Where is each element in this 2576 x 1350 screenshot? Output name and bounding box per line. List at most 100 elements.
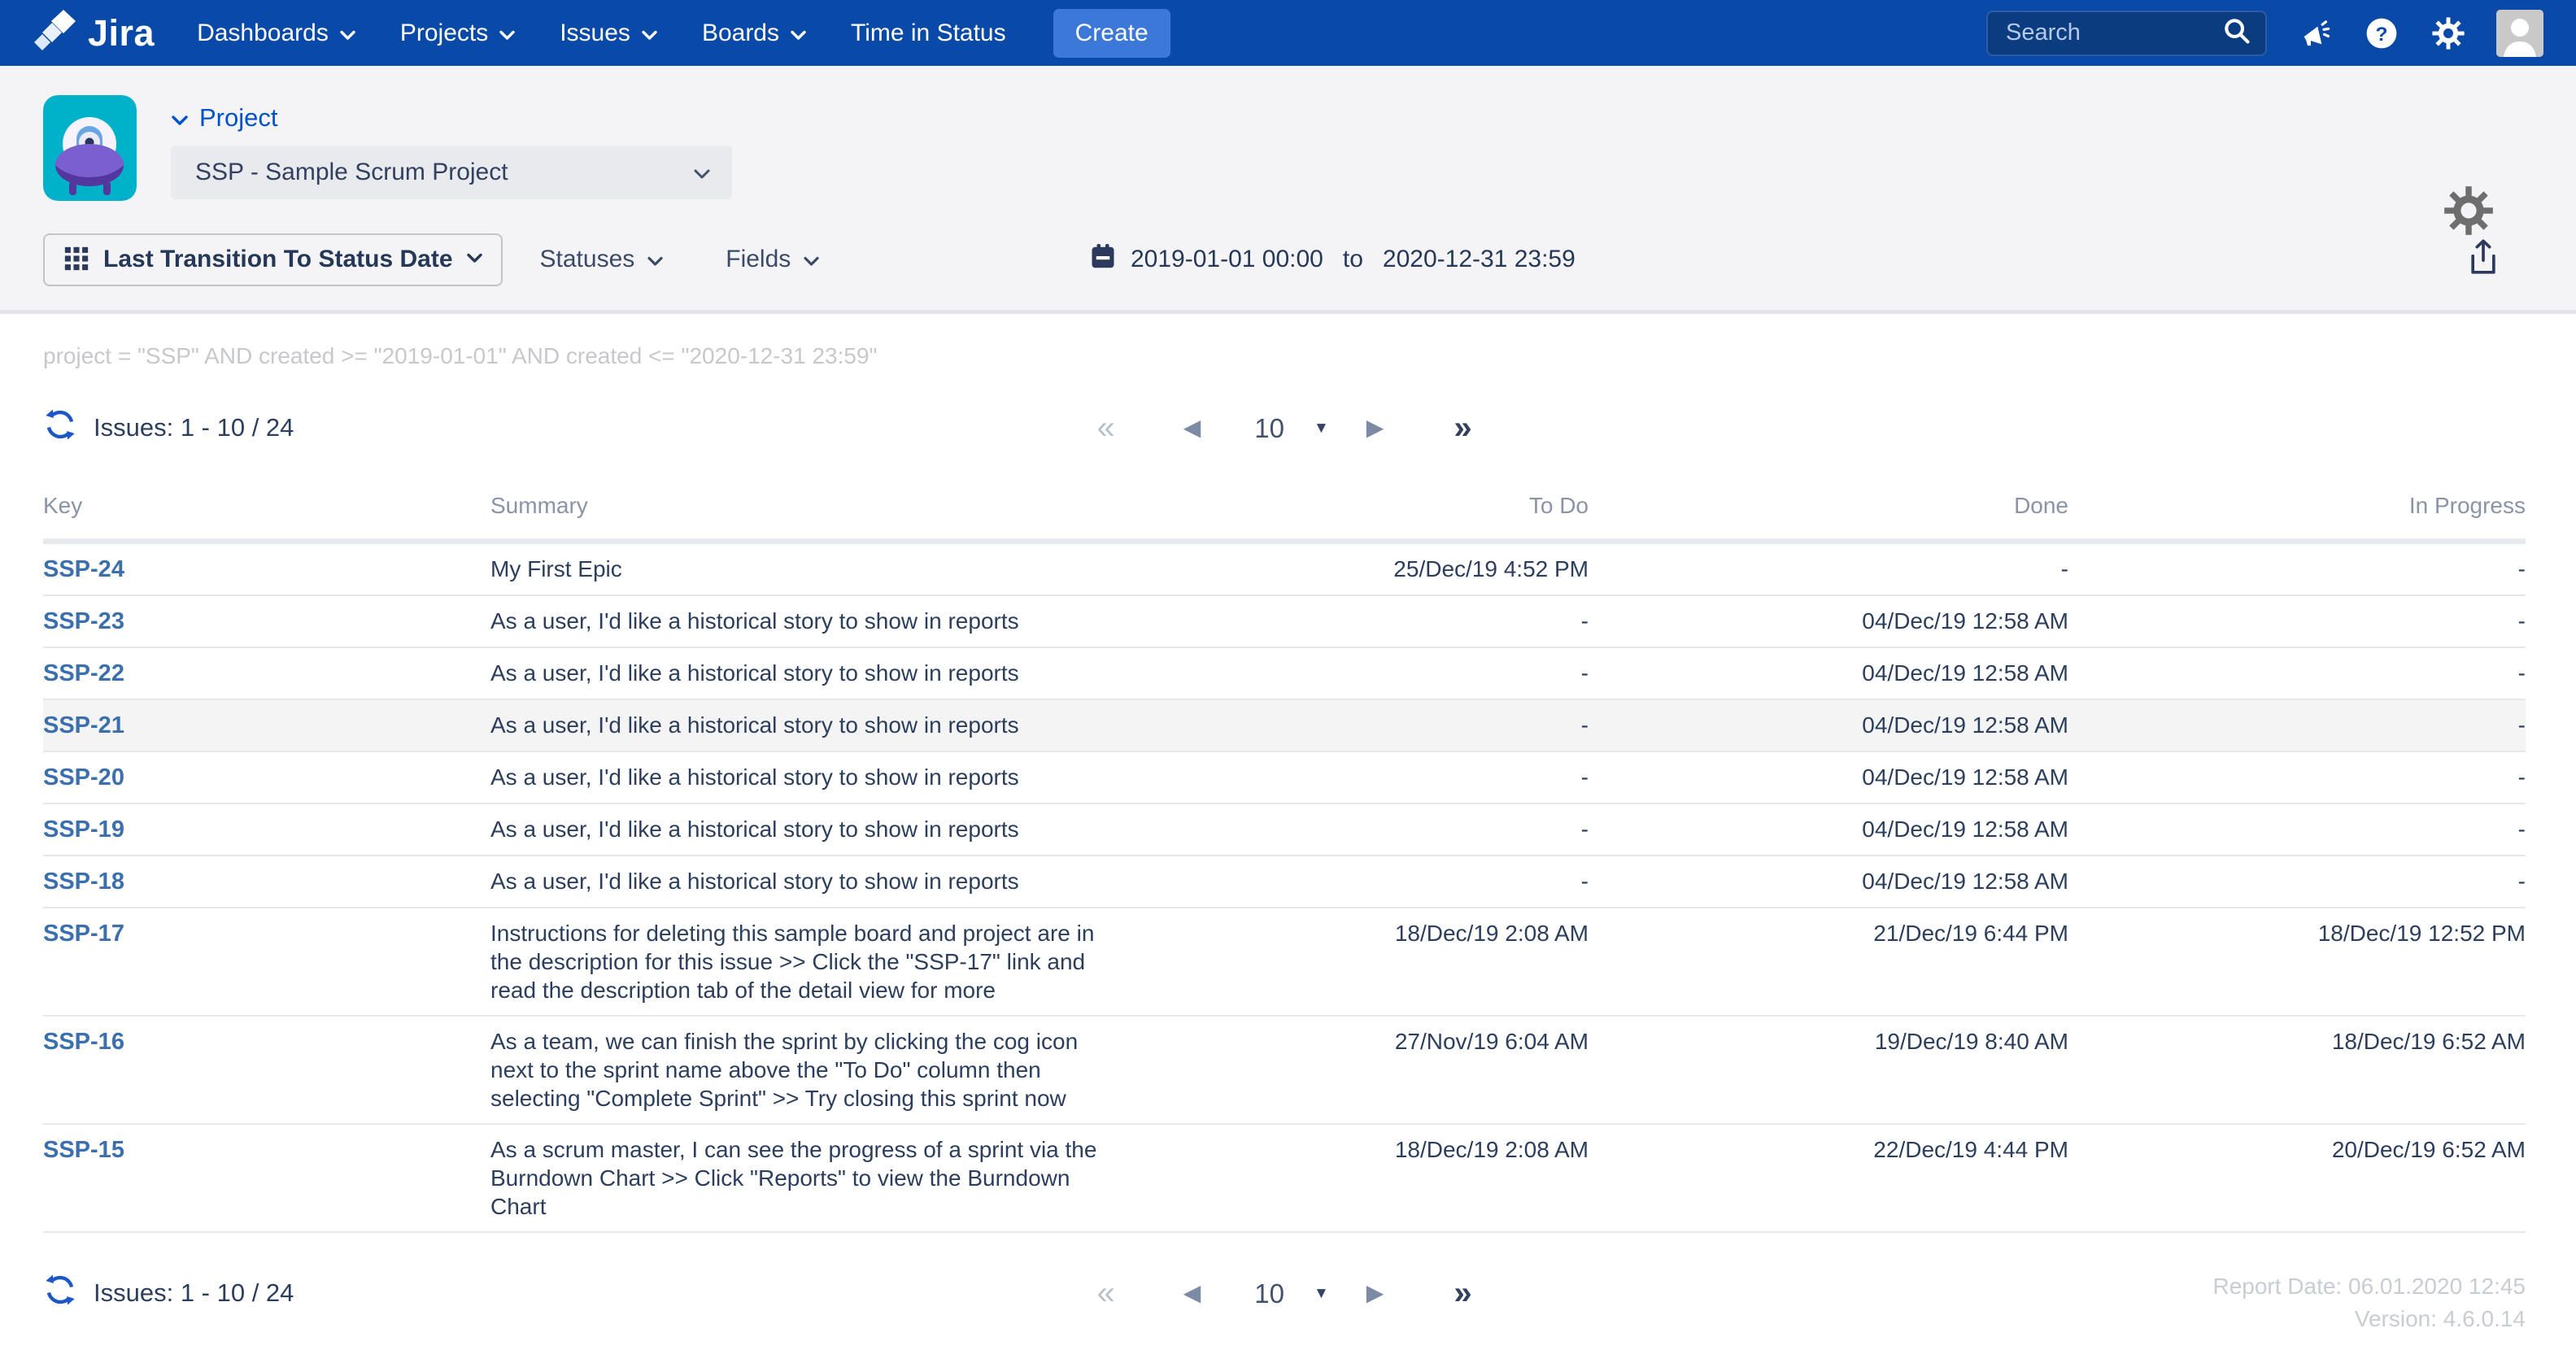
nav-item-issues[interactable]: Issues xyxy=(560,20,658,47)
page-size-value[interactable]: 10 xyxy=(1254,415,1284,442)
key-cell: SSP-15 xyxy=(43,1124,490,1232)
project-meta: Project SSP - Sample Scrum Project xyxy=(171,95,732,201)
report-type-button[interactable]: Last Transition To Status Date xyxy=(43,233,503,286)
issue-key-link[interactable]: SSP-15 xyxy=(43,1137,124,1163)
in-progress-cell: 18/Dec/19 12:52 PM xyxy=(2068,908,2526,1016)
in-progress-cell: - xyxy=(2068,647,2526,699)
key-cell: SSP-23 xyxy=(43,595,490,647)
search-input[interactable] xyxy=(2004,19,2213,47)
prev-page-button[interactable]: ◀ xyxy=(1183,416,1201,439)
issue-key-link[interactable]: SSP-21 xyxy=(43,712,124,738)
report-meta: Report Date: 06.01.2020 12:45 Version: 4… xyxy=(2212,1270,2526,1335)
nav-item-label: Issues xyxy=(560,20,630,47)
calendar-icon xyxy=(1088,242,1118,277)
nav-item-dashboards[interactable]: Dashboards xyxy=(197,20,356,47)
table-row: SSP-18 As a user, I'd like a historical s… xyxy=(43,856,2526,908)
page-size-caret-icon[interactable]: ▼ xyxy=(1314,420,1329,436)
todo-cell: 27/Nov/19 6:04 AM xyxy=(1125,1016,1589,1124)
chevron-down-icon xyxy=(790,20,807,47)
page-size-value[interactable]: 10 xyxy=(1254,1280,1284,1307)
date-range-picker[interactable]: 2019-01-01 00:00 to 2020-12-31 23:59 xyxy=(1088,242,1576,277)
first-page-button[interactable]: « xyxy=(1096,412,1114,444)
summary-cell: As a user, I'd like a historical story t… xyxy=(490,647,1125,699)
refresh-icon[interactable] xyxy=(43,407,77,448)
date-to: 2020-12-31 23:59 xyxy=(1383,246,1576,273)
nav-item-projects[interactable]: Projects xyxy=(400,20,516,47)
statuses-dropdown[interactable]: Statuses xyxy=(540,246,665,273)
fields-dropdown[interactable]: Fields xyxy=(726,246,820,273)
report-type-label: Last Transition To Status Date xyxy=(103,246,453,273)
jira-logo[interactable]: Jira xyxy=(33,8,155,58)
done-cell: 04/Dec/19 12:58 AM xyxy=(1589,595,2068,647)
nav-item-time-in-status[interactable]: Time in Status xyxy=(851,20,1006,47)
announcement-icon[interactable] xyxy=(2296,15,2334,52)
summary-cell: As a user, I'd like a historical story t… xyxy=(490,595,1125,647)
project-collapse-toggle[interactable]: Project xyxy=(171,103,732,133)
table-row: SSP-24My First Epic25/Dec/19 4:52 PM-- xyxy=(43,542,2526,596)
issue-key-link[interactable]: SSP-17 xyxy=(43,921,124,947)
in-progress-cell: - xyxy=(2068,803,2526,856)
key-cell: SSP-20 xyxy=(43,751,490,803)
chevron-down-icon xyxy=(466,253,483,266)
chevron-down-icon xyxy=(499,20,516,47)
todo-cell: 18/Dec/19 2:08 AM xyxy=(1125,1124,1589,1232)
summary-cell: As a user, I'd like a historical story t… xyxy=(490,856,1125,908)
report-date: Report Date: 06.01.2020 12:45 xyxy=(2212,1270,2526,1303)
prev-page-button[interactable]: ◀ xyxy=(1183,1282,1201,1304)
help-icon[interactable]: ? xyxy=(2363,15,2400,52)
project-select-value: SSP - Sample Scrum Project xyxy=(195,159,508,186)
first-page-button[interactable]: « xyxy=(1096,1277,1114,1309)
issue-key-link[interactable]: SSP-19 xyxy=(43,817,124,843)
project-select[interactable]: SSP - Sample Scrum Project xyxy=(171,146,732,199)
in-progress-cell: - xyxy=(2068,595,2526,647)
nav-item-boards[interactable]: Boards xyxy=(702,20,807,47)
issues-count-top: Issues: 1 - 10 / 24 xyxy=(43,407,294,448)
create-button[interactable]: Create xyxy=(1053,9,1170,58)
chevron-down-icon xyxy=(641,20,658,47)
table-row: SSP-15As a scrum master, I can see the p… xyxy=(43,1124,2526,1232)
key-cell: SSP-18 xyxy=(43,856,490,908)
todo-cell: - xyxy=(1125,647,1589,699)
column-header-todo: To Do xyxy=(1125,493,1589,542)
done-cell: 19/Dec/19 8:40 AM xyxy=(1589,1016,2068,1124)
done-cell: 04/Dec/19 12:58 AM xyxy=(1589,647,2068,699)
chevron-down-icon xyxy=(171,103,189,133)
issue-key-link[interactable]: SSP-24 xyxy=(43,556,124,582)
project-avatar xyxy=(43,95,137,201)
gear-icon[interactable] xyxy=(2430,15,2467,52)
page-size-caret-icon[interactable]: ▼ xyxy=(1314,1286,1329,1301)
key-cell: SSP-24 xyxy=(43,542,490,596)
search-icon[interactable] xyxy=(2221,15,2252,50)
summary-cell: As a user, I'd like a historical story t… xyxy=(490,751,1125,803)
key-cell: SSP-19 xyxy=(43,803,490,856)
nav-item-label: Time in Status xyxy=(851,20,1006,47)
table-row: SSP-20 As a user, I'd like a historical s… xyxy=(43,751,2526,803)
summary-cell: Instructions for deleting this sample bo… xyxy=(490,908,1125,1016)
issue-key-link[interactable]: SSP-20 xyxy=(43,764,124,790)
user-avatar[interactable] xyxy=(2496,10,2543,57)
report-body: project = "SSP" AND created >= "2019-01-… xyxy=(0,343,2576,1343)
statuses-label: Statuses xyxy=(540,246,635,273)
last-page-button[interactable]: » xyxy=(1454,412,1471,444)
export-icon[interactable] xyxy=(2465,238,2501,281)
next-page-button[interactable]: ▶ xyxy=(1366,1282,1384,1304)
issue-key-link[interactable]: SSP-22 xyxy=(43,660,124,686)
last-page-button[interactable]: » xyxy=(1454,1277,1471,1309)
summary-cell: My First Epic xyxy=(490,542,1125,596)
in-progress-cell: - xyxy=(2068,699,2526,751)
issue-key-link[interactable]: SSP-16 xyxy=(43,1029,124,1055)
key-cell: SSP-16 xyxy=(43,1016,490,1124)
refresh-icon[interactable] xyxy=(43,1273,77,1313)
report-settings-gear-icon[interactable] xyxy=(2443,185,2495,241)
issue-key-link[interactable]: SSP-23 xyxy=(43,608,124,634)
issue-key-link[interactable]: SSP-18 xyxy=(43,869,124,895)
next-page-button[interactable]: ▶ xyxy=(1366,416,1384,439)
done-cell: - xyxy=(1589,542,2068,596)
project-row: Project SSP - Sample Scrum Project xyxy=(43,95,2526,201)
report-header: Project SSP - Sample Scrum Project xyxy=(0,66,2576,314)
done-cell: 22/Dec/19 4:44 PM xyxy=(1589,1124,2068,1232)
brand-text: Jira xyxy=(88,12,155,54)
issues-table: Key Summary To Do Done In Progress SSP-2… xyxy=(43,493,2526,1233)
search-box[interactable] xyxy=(1986,11,2267,56)
todo-cell: - xyxy=(1125,751,1589,803)
